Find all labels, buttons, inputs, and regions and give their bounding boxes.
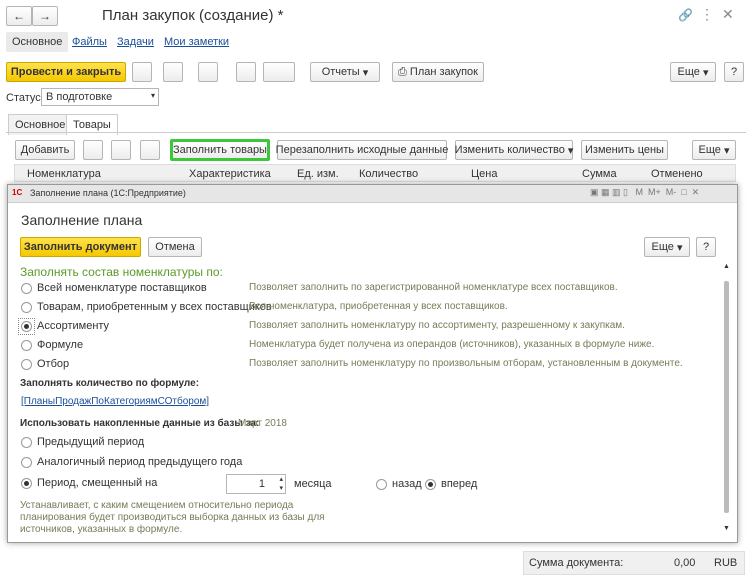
col-characteristic[interactable]: Характеристика: [189, 168, 271, 180]
option-desc: Номенклатура будет получена из операндов…: [249, 339, 655, 350]
print-icon[interactable]: [236, 62, 256, 82]
dialog-scrollbar[interactable]: ▲ ▼: [722, 263, 732, 535]
scroll-down-icon[interactable]: ▼: [723, 525, 730, 532]
col-quantity[interactable]: Количество: [359, 168, 418, 180]
period-label[interactable]: Аналогичный период предыдущего года: [37, 456, 242, 468]
scroll-up-icon[interactable]: ▲: [723, 263, 730, 270]
option-desc: Позволяет заполнить номенклатуру по прои…: [249, 358, 683, 369]
copy-icon[interactable]: [83, 140, 103, 160]
fill-plan-dialog: 1С Заполнение плана (1С:Предприятие) ▣ ▦…: [7, 184, 738, 543]
radio-assortment[interactable]: [21, 321, 32, 332]
nav-files[interactable]: Файлы: [72, 36, 107, 48]
cancel-button[interactable]: Отмена: [148, 237, 202, 257]
arrow-left-icon: ←: [13, 9, 25, 23]
col-price[interactable]: Цена: [471, 168, 497, 180]
create-based-icon[interactable]: [263, 62, 295, 82]
period-label[interactable]: Предыдущий период: [37, 436, 144, 448]
purchase-plan-button[interactable]: ⎙ План закупок: [392, 62, 484, 82]
forward-button[interactable]: →: [32, 6, 58, 26]
accum-value: Март 2018: [238, 418, 287, 429]
dialog-title: Заполнение плана: [21, 212, 143, 228]
period-label[interactable]: Период, смещенный на: [37, 477, 157, 489]
arrow-right-icon: →: [39, 9, 51, 23]
select-icon[interactable]: [140, 140, 160, 160]
more-button[interactable]: Еще ▾: [670, 62, 716, 82]
back-button[interactable]: ←: [6, 6, 32, 26]
delete-icon[interactable]: [111, 140, 131, 160]
dialog-more-button[interactable]: Еще ▾: [644, 237, 690, 257]
radio-previous-period[interactable]: [21, 437, 32, 448]
radio-purchased-goods[interactable]: [21, 302, 32, 313]
col-nomenclature[interactable]: Номенклатура: [27, 168, 101, 180]
note-line: Устанавливает, с каким смещением относит…: [20, 500, 294, 511]
nav-tasks[interactable]: Задачи: [117, 36, 154, 48]
menu-icon[interactable]: ⋮: [700, 6, 714, 23]
col-unit[interactable]: Ед. изм.: [297, 168, 339, 180]
help-button[interactable]: ?: [724, 62, 744, 82]
close-icon[interactable]: ✕: [722, 6, 734, 23]
nav-main[interactable]: Основное: [6, 32, 69, 52]
nav-notes[interactable]: Мои заметки: [164, 36, 229, 48]
radio-filter[interactable]: [21, 359, 32, 370]
tab-divider: [6, 132, 746, 133]
save-icon[interactable]: [132, 62, 152, 82]
months-label: месяца: [294, 478, 332, 490]
dialog-toolbar-icons[interactable]: ▣ ▦ ▥ ▯ M M+ M- □ ✕: [590, 187, 699, 198]
fill-document-button[interactable]: Заполнить документ: [20, 237, 141, 257]
section-nomenclature-title: Заполнять состав номенклатуры по:: [20, 265, 223, 279]
option-desc: Позволяет заполнить номенклатуру по ассо…: [249, 320, 625, 331]
footer-sum: Сумма документа: 0,00 RUB: [523, 551, 745, 575]
print-icon: ⎙: [398, 65, 407, 78]
dialog-window-title: Заполнение плана (1С:Предприятие): [30, 188, 186, 198]
scroll-thumb[interactable]: [724, 281, 729, 513]
change-price-button[interactable]: Изменить цены: [581, 140, 668, 160]
goods-more-button[interactable]: Еще ▾: [692, 140, 736, 160]
chevron-down-icon: ▾: [150, 91, 155, 100]
table-header: Номенклатура Характеристика Ед. изм. Кол…: [14, 164, 736, 182]
currency: RUB: [714, 557, 738, 569]
dialog-titlebar: 1С Заполнение плана (1С:Предприятие) ▣ ▦…: [8, 185, 737, 203]
formula-label: Заполнять количество по формуле:: [20, 378, 200, 389]
col-sum[interactable]: Сумма: [582, 168, 617, 180]
sum-label: Сумма документа:: [529, 557, 624, 569]
status-label: Статус:: [6, 92, 44, 104]
note-line: планирования будет производиться выборка…: [20, 512, 325, 523]
radio-back[interactable]: [376, 479, 387, 490]
radio-formula[interactable]: [21, 340, 32, 351]
note-line: источников, указанных в формуле.: [20, 524, 183, 535]
sum-value: 0,00: [674, 557, 696, 569]
option-label[interactable]: Отбор: [37, 358, 69, 370]
col-cancelled[interactable]: Отменено: [651, 168, 703, 180]
radio-forward[interactable]: [425, 479, 436, 490]
radio-same-period-last-year[interactable]: [21, 457, 32, 468]
structure-icon[interactable]: [198, 62, 218, 82]
option-label[interactable]: Формуле: [37, 339, 83, 351]
formula-link[interactable]: [ПланыПродажПоКатегориямСОтбором]: [21, 396, 209, 407]
add-button[interactable]: Добавить: [15, 140, 75, 160]
option-label[interactable]: Ассортименту: [37, 320, 109, 332]
reports-button[interactable]: Отчеты ▾: [310, 62, 380, 82]
refill-button[interactable]: Перезаполнить исходные данные: [276, 140, 448, 160]
option-label[interactable]: Товарам, приобретенным у всех поставщико…: [37, 301, 272, 313]
fill-goods-button[interactable]: Заполнить товары: [170, 139, 270, 161]
post-close-button[interactable]: Провести и закрыть: [6, 62, 126, 82]
dialog-help-button[interactable]: ?: [696, 237, 716, 257]
option-desc: Позволяет заполнить по зарегистрированно…: [249, 282, 618, 293]
1c-logo-icon: 1С: [12, 188, 23, 197]
link-icon[interactable]: 🔗: [678, 8, 693, 22]
change-qty-button[interactable]: Изменить количество ▾: [455, 140, 573, 160]
back-label[interactable]: назад: [392, 478, 422, 490]
option-desc: Вся номенклатура, приобретенная у всех п…: [249, 301, 508, 312]
forward-label[interactable]: вперед: [441, 478, 477, 490]
offset-stepper[interactable]: 1 ▴ ▾: [226, 474, 286, 494]
status-select[interactable]: В подготовке ▾: [41, 88, 159, 106]
radio-all-nomenclature[interactable]: [21, 283, 32, 294]
window-title: План закупок (создание) *: [102, 7, 284, 24]
stepper-down-icon[interactable]: ▾: [279, 484, 283, 492]
stepper-up-icon[interactable]: ▴: [279, 475, 283, 483]
post-icon[interactable]: [163, 62, 183, 82]
accum-label: Использовать накопленные данные из базы …: [20, 418, 260, 429]
option-label[interactable]: Всей номенклатуре поставщиков: [37, 282, 207, 294]
radio-shifted-period[interactable]: [21, 478, 32, 489]
